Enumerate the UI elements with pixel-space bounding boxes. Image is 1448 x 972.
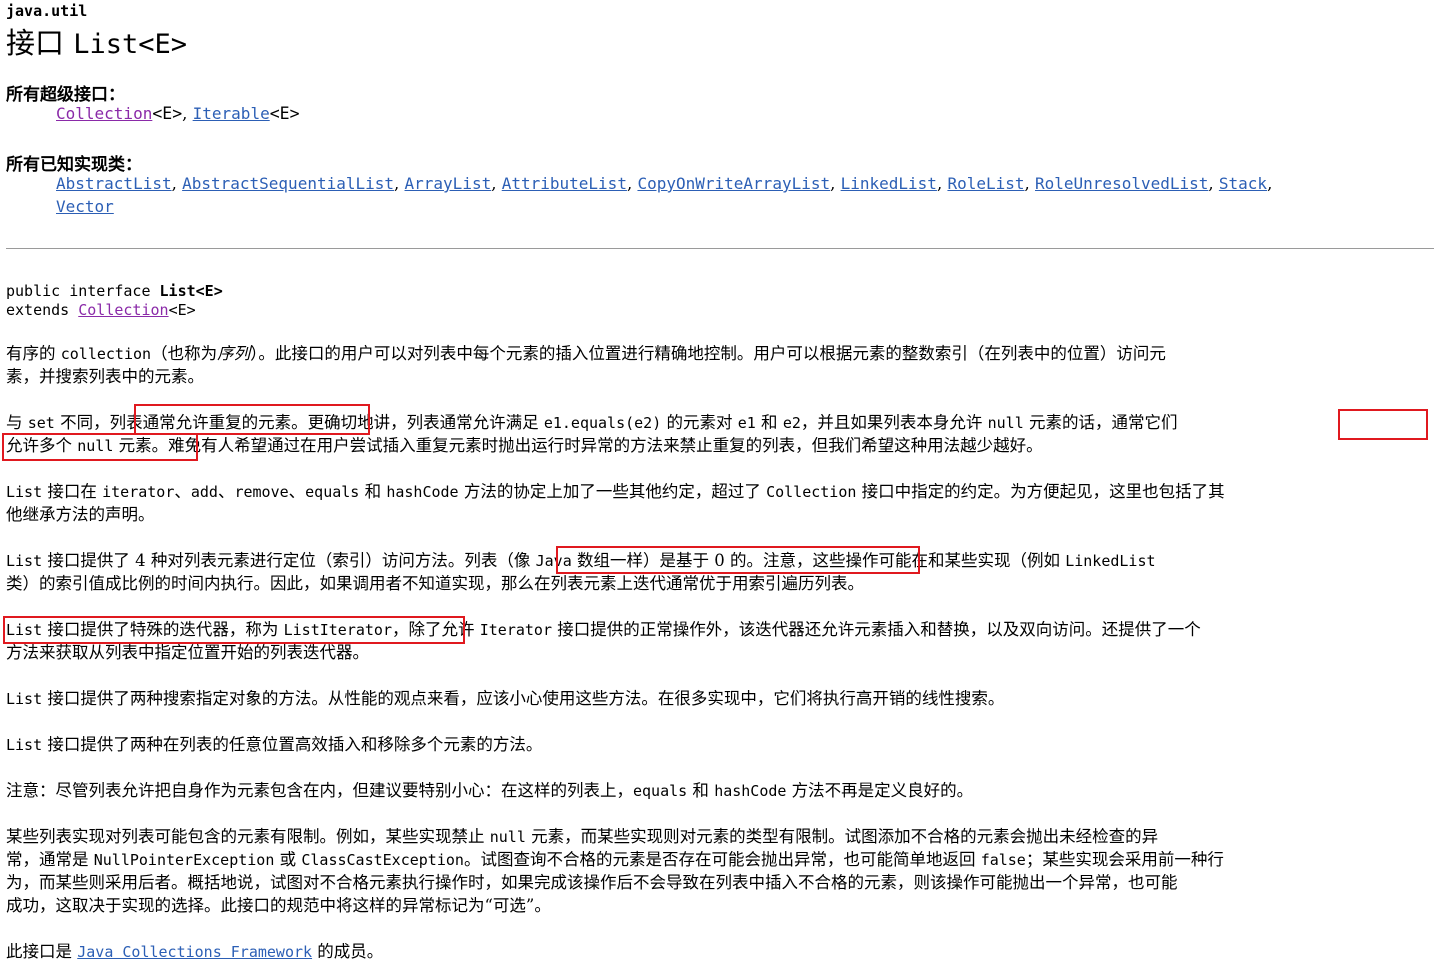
highlight-box [134,404,370,435]
link-abstractsequentiallist[interactable]: AbstractSequentialList [182,174,394,193]
desc-p1-line1: 有序的 collection（也称为序列）。此接口的用户可以对列表中每个元素的插… [6,344,1166,363]
desc-p3-line1: List 接口在 iterator、add、remove、equals 和 ha… [6,482,1225,501]
highlight-box [3,616,465,644]
link-linkedlist[interactable]: LinkedList [841,174,937,193]
desc-p9-line3: 为，而某些则采用后者。概括地说，试图对不合格元素执行操作时，如果完成该操作后不会… [6,873,1178,892]
title-kind: 接口 [6,26,74,60]
link-roleunresolvedlist[interactable]: RoleUnresolvedList [1035,174,1208,193]
type-param: <E> [269,104,300,123]
link-collections-framework[interactable]: Java Collections Framework [77,943,312,961]
link-collection[interactable]: Collection [56,104,152,123]
sig-name: List<E> [159,282,223,300]
implementations-list-cont: Vector [56,197,114,216]
link-copyonwritearraylist[interactable]: CopyOnWriteArrayList [637,174,830,193]
type-param: <E> [152,104,183,123]
link-attributelist[interactable]: AttributeList [502,174,627,193]
desc-p2-line2: 允许多个 null 元素。难免有人希望通过在用户尝试插入重复元素时抛出运行时异常… [6,436,1043,455]
implementations-list: AbstractList, AbstractSequentialList, Ar… [56,174,1273,193]
desc-p9-line4: 成功，这取决于实现的选择。此接口的规范中将这样的异常标记为“可选”。 [6,896,551,915]
link-arraylist[interactable]: ArrayList [405,174,492,193]
desc-p7: List 接口提供了两种在列表的任意位置高效插入和移除多个元素的方法。 [6,735,543,754]
desc-p3-line2: 他继承方法的声明。 [6,505,155,524]
desc-p9-line2: 常，通常是 NullPointerException 或 ClassCastEx… [6,850,1224,869]
desc-p5-line2: 方法来获取从列表中指定位置开始的列表迭代器。 [6,643,369,662]
desc-p8: 注意：尽管列表允许把自身作为元素包含在内，但建议要特别小心：在这样的列表上，eq… [6,781,974,800]
link-vector[interactable]: Vector [56,197,114,216]
superinterfaces-heading: 所有超级接口： [6,85,125,105]
desc-p1-line2: 素，并搜索列表中的元素。 [6,367,204,386]
link-abstractlist[interactable]: AbstractList [56,174,172,193]
page-title: 接口 List<E> [6,20,187,62]
type-param: <E> [168,301,196,319]
signature-line-1: public interface List<E> [6,282,223,301]
implementations-heading: 所有已知实现类： [6,155,142,175]
desc-p9-line1: 某些列表实现对列表可能包含的元素有限制。例如，某些实现禁止 null 元素，而某… [6,827,1159,846]
highlight-box [1338,409,1428,440]
sig-extends: extends [6,301,79,319]
divider [6,248,1434,249]
sig-modifiers: public interface [6,282,160,300]
separator: , [182,104,193,123]
desc-p6: List 接口提供了两种搜索指定对象的方法。从性能的观点来看，应该小心使用这些方… [6,689,1005,708]
highlight-box [2,433,198,461]
desc-p4-line2: 类）的索引值成比例的时间内执行。因此，如果调用者不知道实现，那么在列表元素上迭代… [6,574,864,593]
link-collection-extends[interactable]: Collection [78,301,168,319]
desc-p10: 此接口是 Java Collections Framework 的成员。 [6,942,384,961]
package-name: java.util [6,2,88,20]
signature-line-2: extends Collection<E> [6,301,196,320]
superinterfaces-list: Collection<E>, Iterable<E> [56,104,300,123]
javadoc-page: java.util 接口 List<E> 所有超级接口： Collection<… [0,0,1448,972]
link-rolelist[interactable]: RoleList [947,174,1024,193]
highlight-box [556,546,920,574]
link-iterable[interactable]: Iterable [193,104,270,123]
title-type: List<E> [73,29,188,60]
link-stack[interactable]: Stack [1219,174,1267,193]
